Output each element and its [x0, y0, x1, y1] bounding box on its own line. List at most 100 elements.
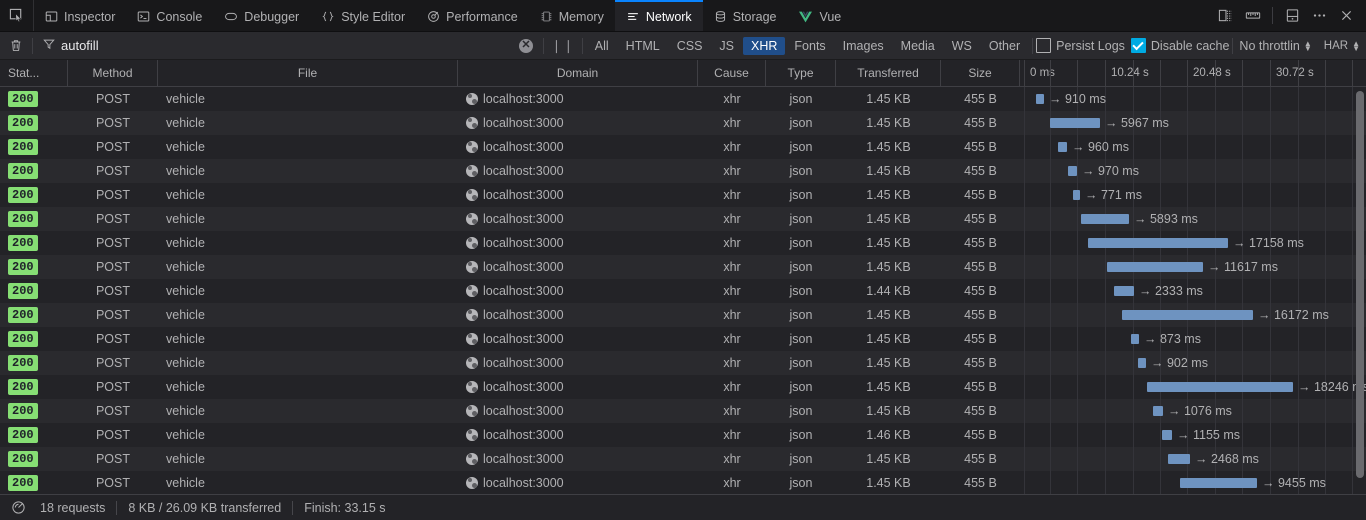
toggle-request-details-icon[interactable]: ❘❘	[544, 38, 582, 54]
column-header-method[interactable]: Method	[68, 60, 158, 86]
status-badge: 200	[8, 427, 38, 443]
filter-pill-html[interactable]: HTML	[618, 37, 668, 55]
cell-waterfall: → 5893 ms	[1020, 207, 1366, 231]
filter-pill-css[interactable]: CSS	[669, 37, 711, 55]
network-filter-toolbar: autofill ✕ ❘❘ All HTML CSS JS XHR Fonts …	[0, 32, 1366, 60]
cell-domain: localhost:3000	[458, 207, 698, 231]
filter-pill-js[interactable]: JS	[711, 37, 742, 55]
waterfall-time-label: → 2333 ms	[1139, 284, 1203, 298]
filter-urls-input[interactable]: autofill	[33, 32, 519, 60]
table-row[interactable]: 200 POST vehicle localhost:3000 xhr json 1.45 …	[0, 447, 1366, 471]
request-list[interactable]: 200 POST vehicle localhost:3000 xhr json 1.45 …	[0, 87, 1366, 494]
table-row[interactable]: 200 POST vehicle localhost:3000 xhr json 1.45 …	[0, 351, 1366, 375]
element-picker-icon[interactable]	[0, 0, 34, 31]
tab-console[interactable]: Console	[126, 0, 213, 31]
filter-pill-all[interactable]: All	[587, 37, 617, 55]
tab-label: Vue	[819, 9, 842, 24]
column-header-size[interactable]: Size	[941, 60, 1020, 86]
table-row[interactable]: 200 POST vehicle localhost:3000 xhr json 1.45 …	[0, 399, 1366, 423]
table-row[interactable]: 200 POST vehicle localhost:3000 xhr json 1.44 …	[0, 279, 1366, 303]
cell-method: POST	[95, 356, 131, 370]
waterfall-bar	[1114, 286, 1134, 296]
checkbox-box	[1036, 38, 1052, 53]
close-icon[interactable]	[1334, 0, 1359, 32]
table-row[interactable]: 200 POST vehicle localhost:3000 xhr json 1.45 …	[0, 231, 1366, 255]
tab-style-editor[interactable]: Style Editor	[310, 0, 416, 31]
table-row[interactable]: 200 POST vehicle localhost:3000 xhr json 1.45 …	[0, 183, 1366, 207]
waterfall-bar	[1088, 238, 1228, 248]
table-row[interactable]: 200 POST vehicle localhost:3000 xhr json 1.45 …	[0, 471, 1366, 494]
throttling-dropdown[interactable]: No throttlin ▲ ▼	[1233, 39, 1317, 53]
table-row[interactable]: 200 POST vehicle localhost:3000 xhr json 1.45 …	[0, 87, 1366, 111]
cell-type: json	[789, 188, 813, 202]
disable-cache-label: Disable cache	[1150, 38, 1230, 53]
trash-icon[interactable]	[0, 32, 32, 60]
clear-input-icon[interactable]: ✕	[518, 38, 533, 53]
cell-method: POST	[95, 284, 131, 298]
cell-domain: localhost:3000	[458, 447, 698, 471]
meatball-menu-icon[interactable]	[1307, 0, 1332, 32]
globe-icon	[466, 165, 478, 177]
tab-storage[interactable]: Storage	[703, 0, 788, 31]
globe-icon	[466, 117, 478, 129]
vertical-scrollbar[interactable]	[1356, 87, 1364, 494]
style-editor-icon	[321, 10, 335, 23]
cell-waterfall: → 902 ms	[1020, 351, 1366, 375]
table-row[interactable]: 200 POST vehicle localhost:3000 xhr json 1.45 …	[0, 159, 1366, 183]
table-row[interactable]: 200 POST vehicle localhost:3000 xhr json 1.45 …	[0, 111, 1366, 135]
tab-inspector[interactable]: Inspector	[34, 0, 126, 31]
cell-transferred: 1.45 KB	[866, 356, 911, 370]
column-header-waterfall[interactable]: 0 ms 10.24 s 20.48 s 30.72 s	[1020, 60, 1366, 86]
measure-icon[interactable]	[1240, 0, 1265, 32]
devtools-toolbar-actions	[1213, 0, 1366, 31]
har-dropdown[interactable]: HAR ▲ ▼	[1318, 39, 1366, 52]
tab-label: Storage	[732, 9, 777, 24]
table-row[interactable]: 200 POST vehicle localhost:3000 xhr json 1.45 …	[0, 375, 1366, 399]
waterfall-time-label: → 910 ms	[1049, 92, 1106, 106]
waterfall-time-label: → 17158 ms	[1233, 236, 1304, 250]
cell-size: 455 B	[964, 164, 997, 178]
filter-pill-media[interactable]: Media	[893, 37, 943, 55]
tab-performance[interactable]: Performance	[416, 0, 529, 31]
disable-cache-checkbox[interactable]: Disable cache	[1128, 38, 1233, 53]
status-badge: 200	[8, 355, 38, 371]
cell-size: 455 B	[964, 332, 997, 346]
cell-file: vehicle	[166, 260, 205, 274]
table-row[interactable]: 200 POST vehicle localhost:3000 xhr json 1.45 …	[0, 327, 1366, 351]
column-header-status[interactable]: Stat...	[0, 60, 68, 86]
table-row[interactable]: 200 POST vehicle localhost:3000 xhr json 1.45 …	[0, 255, 1366, 279]
cell-type: json	[789, 308, 813, 322]
cell-file: vehicle	[166, 404, 205, 418]
tab-memory[interactable]: Memory	[529, 0, 615, 31]
status-badge: 200	[8, 331, 38, 347]
cell-method: POST	[95, 140, 131, 154]
table-row[interactable]: 200 POST vehicle localhost:3000 xhr json 1.45 …	[0, 207, 1366, 231]
filter-pill-other[interactable]: Other	[981, 37, 1028, 55]
tab-debugger[interactable]: Debugger	[213, 0, 310, 31]
network-throttle-icon[interactable]	[7, 500, 29, 515]
filter-pill-fonts[interactable]: Fonts	[786, 37, 833, 55]
waterfall-tick	[1077, 60, 1083, 86]
column-header-type[interactable]: Type	[766, 60, 836, 86]
scrollbar-thumb[interactable]	[1356, 91, 1364, 478]
filter-pill-images[interactable]: Images	[835, 37, 892, 55]
column-header-transferred[interactable]: Transferred	[836, 60, 941, 86]
tab-vue[interactable]: Vue	[787, 0, 852, 31]
table-row[interactable]: 200 POST vehicle localhost:3000 xhr json 1.45 …	[0, 303, 1366, 327]
table-row[interactable]: 200 POST vehicle localhost:3000 xhr json 1.46 …	[0, 423, 1366, 447]
table-row[interactable]: 200 POST vehicle localhost:3000 xhr json 1.45 …	[0, 135, 1366, 159]
filter-pill-ws[interactable]: WS	[944, 37, 980, 55]
column-header-cause[interactable]: Cause	[698, 60, 766, 86]
column-header-domain[interactable]: Domain	[458, 60, 698, 86]
tab-network[interactable]: Network	[614, 0, 703, 31]
split-console-icon[interactable]	[1280, 0, 1305, 32]
responsive-design-mode-icon[interactable]	[1213, 0, 1238, 32]
debugger-icon	[224, 10, 238, 23]
filter-pill-xhr[interactable]: XHR	[743, 36, 786, 55]
table-header-row: Stat... Method File Domain Cause Type Tr…	[0, 60, 1366, 87]
persist-logs-checkbox[interactable]: Persist Logs	[1033, 38, 1128, 53]
waterfall-tick-label: 30.72 s	[1270, 60, 1314, 86]
cell-size: 455 B	[964, 284, 997, 298]
column-header-file[interactable]: File	[158, 60, 458, 86]
cell-transferred: 1.45 KB	[866, 236, 911, 250]
